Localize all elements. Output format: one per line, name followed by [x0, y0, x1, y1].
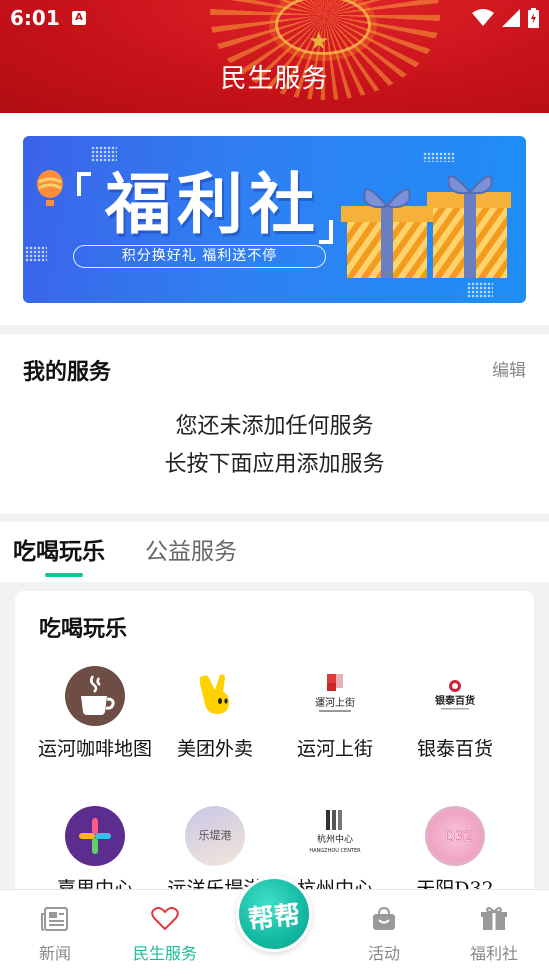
app-label: 运河上街 — [296, 738, 373, 760]
app-item-meituan[interactable]: 美团外卖 — [155, 666, 275, 786]
category-tabs: 吃喝玩乐 公益服务 — [0, 522, 549, 582]
welfare-banner[interactable]: 福利社 积分换好礼 福利送不停 — [23, 136, 526, 303]
bracket-decoration — [77, 172, 91, 196]
signal-icon — [502, 9, 520, 27]
logo-text: 杭州中心 — [317, 833, 353, 845]
logo-text: 银泰百货 — [435, 694, 475, 707]
logo-text-en: HANGZHOU CENTER — [309, 848, 361, 854]
app-item-yintai[interactable]: 银泰百货 银泰百货 — [395, 666, 515, 786]
logo-text: 乐堤港 — [199, 829, 232, 842]
status-bar: 6:01 A — [0, 0, 549, 36]
hangzhou-center-logo: 杭州中心 HANGZHOU CENTER — [305, 806, 365, 866]
nav-item-welfare[interactable]: 福利社 — [454, 906, 534, 964]
app-label: 运河咖啡地图 — [37, 738, 152, 760]
app-label: 美团外卖 — [176, 738, 253, 760]
nav-label: 福利社 — [469, 944, 518, 963]
empty-message-line2: 长按下面应用添加服务 — [164, 452, 385, 477]
logo-text: D32 — [445, 829, 474, 845]
dot-grid-decoration — [25, 246, 47, 262]
nav-item-news[interactable]: 新闻 — [15, 906, 95, 964]
kerry-centre-logo — [65, 806, 125, 866]
dot-grid-decoration — [467, 282, 493, 298]
app-label: 银泰百货 — [416, 738, 493, 760]
letigang-logo: 乐堤港 — [185, 806, 245, 866]
edit-button[interactable]: 编辑 — [492, 356, 526, 381]
status-time: 6:01 — [10, 6, 60, 30]
dot-grid-decoration — [91, 146, 117, 162]
nav-label: 新闻 — [38, 944, 71, 963]
nav-label: 活动 — [367, 944, 400, 963]
gift-box-icon — [341, 175, 511, 278]
newspaper-icon — [41, 907, 68, 931]
banner-slogan: 积分换好礼 福利送不停 — [73, 245, 326, 268]
nav-label: 民生服务 — [132, 944, 197, 963]
app-item-yunhe-shangjie[interactable]: 運河上街 运河上街 — [275, 666, 395, 786]
status-icons — [472, 8, 539, 28]
gift-icon — [481, 906, 507, 930]
app-item-coffee-map[interactable]: 运河咖啡地图 — [35, 666, 155, 786]
tab-eat-drink-play[interactable]: 吃喝玩乐 — [13, 532, 105, 566]
battery-icon — [528, 8, 539, 28]
empty-message-line1: 您还未添加任何服务 — [175, 414, 374, 439]
apps-card: 吃喝玩乐 运河咖啡地图 美团外卖 運河上街 运河上街 银泰百货 银泰百货 乐堤港… — [15, 591, 534, 921]
help-button-label: 帮帮 — [246, 900, 302, 936]
banner-section: 福利社 积分换好礼 福利送不停 — [0, 113, 549, 325]
bracket-decoration — [319, 220, 333, 244]
coffee-cup-icon — [65, 666, 125, 726]
dot-grid-decoration — [423, 152, 455, 162]
shopping-bag-icon — [373, 906, 395, 930]
my-services-title: 我的服务 — [23, 360, 112, 385]
yunhe-shangjie-logo: 運河上街 — [305, 666, 365, 726]
card-title: 吃喝玩乐 — [39, 617, 128, 642]
meituan-rabbit-icon — [185, 666, 245, 726]
yintai-logo: 银泰百货 — [425, 666, 485, 726]
nav-item-livelihood[interactable]: 民生服务 — [125, 906, 205, 964]
tab-active-indicator — [45, 573, 83, 577]
help-center-button[interactable]: 帮帮 — [236, 876, 312, 952]
tianyang-d32-logo: D32 — [425, 806, 485, 866]
wifi-icon — [472, 9, 494, 26]
heart-icon — [151, 907, 179, 931]
header: ★ 6:01 A 民生服务 — [0, 0, 549, 113]
tab-public-service[interactable]: 公益服务 — [145, 532, 237, 566]
page-title: 民生服务 — [220, 64, 329, 94]
hot-air-balloon-icon — [37, 170, 63, 206]
banner-title: 福利社 — [105, 166, 321, 243]
nav-item-activity[interactable]: 活动 — [344, 906, 424, 964]
notification-icon: A — [72, 11, 86, 25]
logo-text: 運河上街 — [315, 696, 355, 709]
my-services-section: 我的服务 编辑 您还未添加任何服务 长按下面应用添加服务 — [0, 334, 549, 514]
